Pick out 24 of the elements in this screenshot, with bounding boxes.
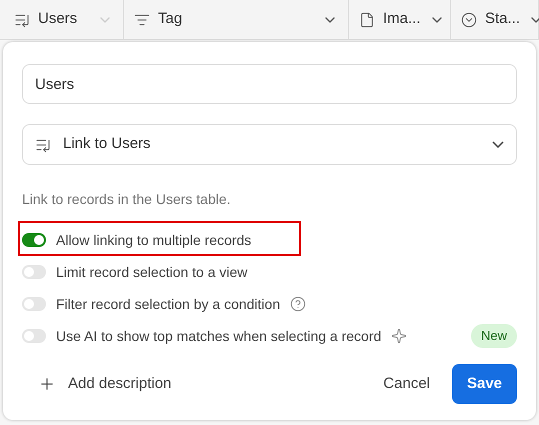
toggle-switch[interactable]: [22, 233, 46, 247]
column-header[interactable]: Tag: [124, 0, 349, 39]
toggle-switch[interactable]: [22, 297, 46, 311]
file-icon: [359, 12, 375, 28]
description-text: Link to records in the Users table.: [22, 190, 232, 209]
column-header[interactable]: Ima...: [349, 0, 451, 39]
help-icon[interactable]: [290, 296, 306, 312]
type-dropdown[interactable]: Link to Users: [22, 124, 517, 165]
option-label: Filter record selection by a condition: [56, 294, 280, 314]
caret-icon: [492, 141, 504, 148]
circle-chevron-icon: [461, 12, 477, 28]
save-button[interactable]: Save: [452, 364, 517, 404]
new-badge: New: [470, 324, 517, 348]
option-label: Use AI to show top matches when selecting a record: [56, 326, 382, 346]
cancel-button[interactable]: Cancel: [369, 364, 444, 404]
option-label: Limit record selection to a view: [56, 262, 248, 282]
add-description-button[interactable]: Add description: [22, 364, 188, 404]
column-header[interactable]: Sta...: [451, 0, 539, 39]
option-label: Allow linking to multiple records: [56, 230, 252, 250]
toggle-switch[interactable]: [22, 329, 46, 343]
sparkle-icon: [391, 328, 408, 344]
column-header[interactable]: Users: [4, 0, 124, 39]
name-field[interactable]: Users: [22, 64, 517, 104]
toggle-switch[interactable]: [22, 265, 46, 279]
